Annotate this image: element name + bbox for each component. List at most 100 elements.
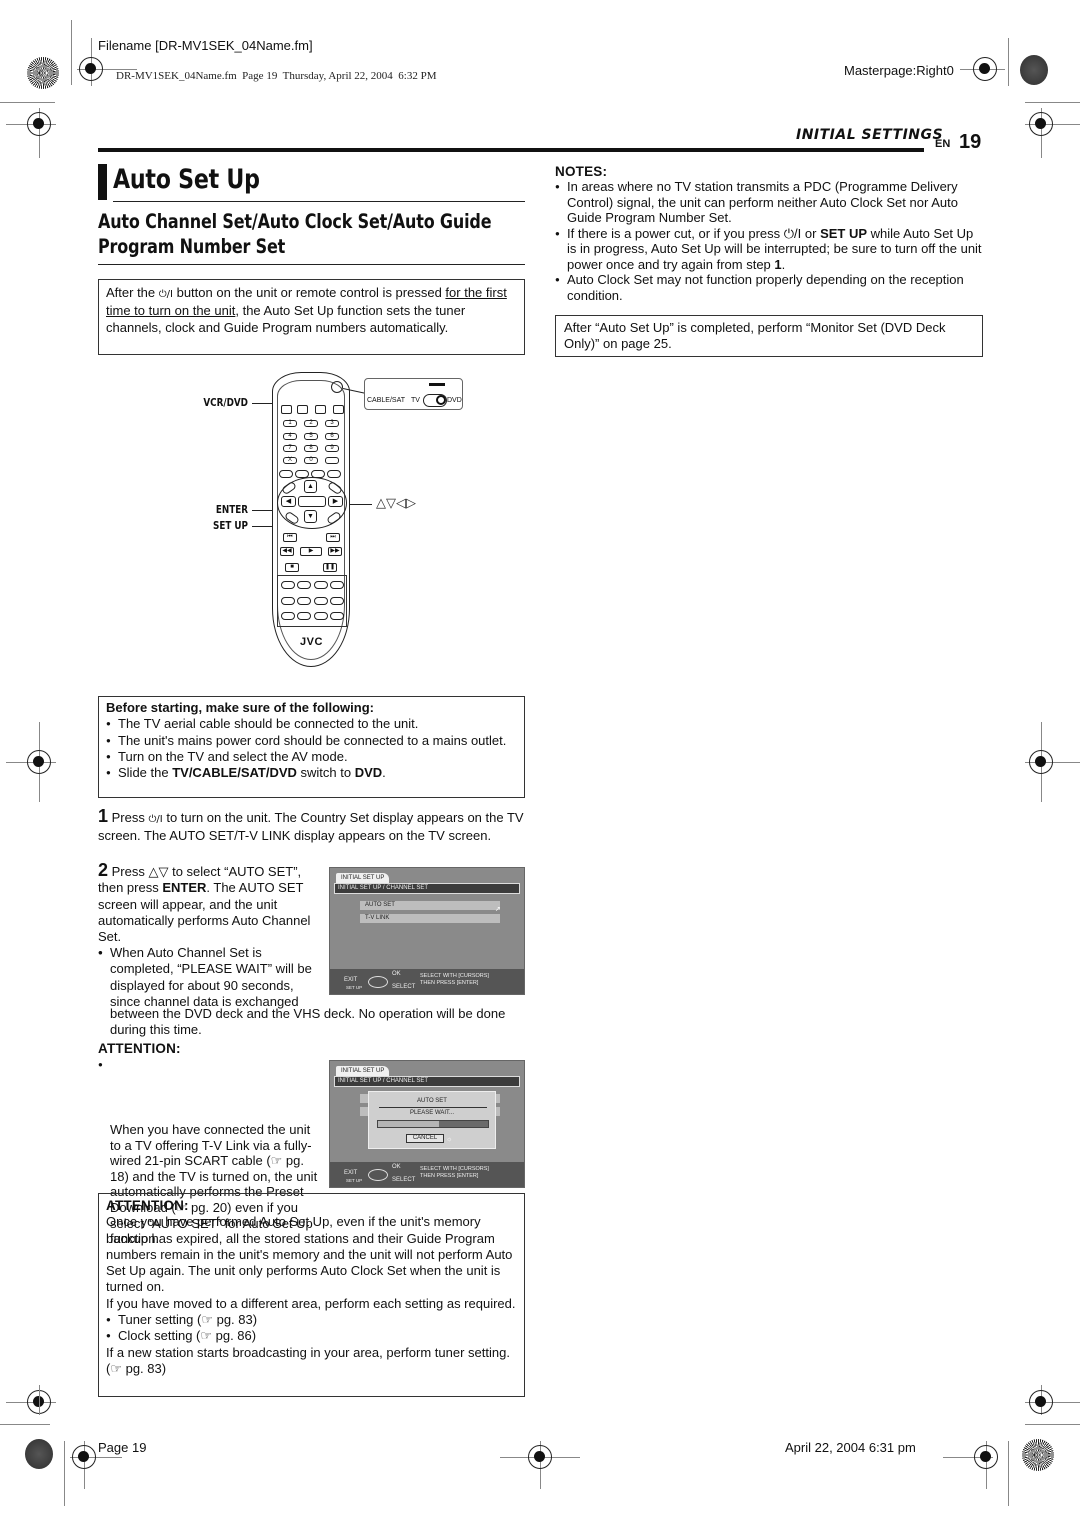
attention-paragraph: If you have moved to a different area, p… [106, 1295, 516, 1311]
color-bar-disc-icon [25, 1439, 53, 1469]
slug-masterpage: Masterpage:Right0 [844, 63, 954, 78]
checklist-text: switch to [296, 765, 355, 781]
osd-tab: INITIAL SET UP [336, 1066, 390, 1076]
registration-mark-icon [1029, 1390, 1053, 1414]
number-key[interactable] [325, 457, 339, 464]
arrow-right-icon [429, 383, 445, 386]
osd-hint: SELECT WITH [CURSORS] [420, 1166, 489, 1172]
color-key[interactable] [327, 470, 341, 478]
remote-key[interactable] [330, 581, 344, 589]
set-up-label: SET UP [212, 519, 248, 532]
cancel-button[interactable]: CANCEL [406, 1134, 444, 1143]
attention-box: ATTENTION: Once you have performed Auto … [98, 1193, 525, 1397]
number-key[interactable]: 0 [304, 457, 318, 464]
slug-fm-line: DR-MV1SEK_04Name.fm Page 19 Thursday, Ap… [116, 70, 437, 82]
stop-key[interactable]: ■ [285, 563, 299, 572]
footer-date: April 22, 2004 6:31 pm [785, 1440, 916, 1455]
switch-dvd: DVD [447, 397, 462, 404]
channel-up-key[interactable] [314, 597, 328, 605]
osd-setup-label: SET UP [346, 985, 363, 990]
rewind-key[interactable]: ◀◀ [280, 547, 294, 556]
osd-hint: SELECT WITH [CURSORS] [420, 973, 489, 979]
number-key[interactable]: 1 [283, 420, 297, 427]
enter-key[interactable] [298, 496, 326, 507]
step-note-text: between the DVD deck and the VHS deck. N… [110, 1006, 506, 1038]
crop-line [0, 102, 55, 103]
number-key[interactable]: 9 [325, 445, 339, 452]
page-title: Auto Set Up [113, 164, 260, 195]
step-text: to turn on the unit. The Country Set dis… [98, 810, 524, 844]
step-number: 1 [98, 806, 109, 826]
number-key[interactable]: 3 [325, 420, 339, 427]
skip-forward-key[interactable]: ⏭ [326, 533, 340, 542]
checklist-item: The TV aerial cable should be connected … [106, 716, 517, 732]
remote-key[interactable] [281, 612, 295, 620]
number-key[interactable]: 6 [325, 433, 339, 440]
color-key[interactable] [279, 470, 293, 478]
registration-mark-icon [72, 1445, 96, 1469]
remote-key[interactable] [281, 597, 295, 605]
osd-footer: EXIT SET UP OK SELECT SELECT WITH [CURSO… [330, 1162, 524, 1187]
number-key[interactable]: 7 [283, 445, 297, 452]
osd-select-label: SELECT [392, 1177, 416, 1183]
skip-back-key[interactable]: ⏮ [283, 533, 297, 542]
tv-dvd-switch-icon[interactable] [331, 381, 343, 393]
monitor-set-note: After “Auto Set Up” is completed, perfor… [564, 320, 946, 352]
number-key[interactable]: 2 [304, 420, 318, 427]
cursor-pointer-icon: ➚ [495, 906, 501, 913]
volume-down-key[interactable] [330, 612, 344, 620]
play-key[interactable]: ▶ [300, 547, 322, 556]
remote-key[interactable] [297, 597, 311, 605]
osd-menu-item-auto-set[interactable]: AUTO SET [360, 901, 500, 910]
remote-key[interactable] [297, 405, 308, 414]
vcr-dvd-key[interactable] [315, 405, 326, 414]
crop-line [1008, 1441, 1009, 1506]
fast-forward-key[interactable]: ▶▶ [328, 547, 342, 556]
dialog-message: PLEASE WAIT... [409, 1110, 455, 1116]
step-2-note-part: between the DVD deck and the VHS deck. N… [110, 1006, 525, 1039]
progress-bar [377, 1120, 489, 1128]
remote-key[interactable] [281, 581, 295, 589]
left-arrow-key[interactable]: ◀ [281, 496, 296, 507]
osd-menu-item-tv-link[interactable]: T-V LINK [360, 914, 500, 923]
checklist-text: . [382, 765, 386, 781]
page-number: 19 [959, 131, 982, 153]
power-key[interactable] [333, 405, 344, 414]
note-text: . [781, 256, 786, 272]
number-key[interactable]: 4 [283, 433, 297, 440]
channel-down-key[interactable] [314, 612, 328, 620]
monitor-set-note-box: After “Auto Set Up” is completed, perfor… [555, 315, 983, 357]
language-label: EN [935, 138, 951, 150]
number-key[interactable]: 5 [304, 433, 318, 440]
reference-item-clock[interactable]: Clock setting (☞ pg. 86) [106, 1328, 517, 1344]
registration-mark-icon [79, 57, 103, 81]
crop-line [1025, 102, 1080, 103]
subtitle-rule [98, 264, 525, 265]
up-arrow-key[interactable]: ▲ [304, 480, 317, 493]
cursor-keys-icon [368, 976, 388, 988]
remote-key[interactable] [314, 581, 328, 589]
number-key[interactable]: X [283, 457, 297, 464]
down-arrow-key[interactable]: ▼ [304, 510, 317, 523]
pause-key[interactable]: ❚❚ [323, 563, 337, 572]
osd-hint: THEN PRESS [ENTER] [420, 1173, 479, 1179]
volume-up-key[interactable] [330, 597, 344, 605]
number-key[interactable]: 8 [304, 445, 318, 452]
registration-mark-icon [973, 57, 997, 81]
remote-key[interactable] [281, 405, 292, 414]
remote-key[interactable] [297, 612, 311, 620]
intro-text: After the [106, 285, 159, 300]
color-bar-starburst-icon [27, 57, 59, 89]
osd-exit-label: EXIT [344, 977, 358, 983]
record-key[interactable] [297, 581, 311, 589]
note-item: If there is a power cut, or if you press… [555, 226, 983, 273]
reference-item-tuner[interactable]: Tuner setting (☞ pg. 83) [106, 1312, 517, 1328]
osd-footer: EXIT SET UP OK SELECT SELECT WITH [CURSO… [330, 969, 524, 994]
registration-mark-icon [974, 1445, 998, 1469]
right-arrow-key[interactable]: ▶ [328, 496, 343, 507]
osd-screen-auto-set-progress: INITIAL SET UP INITIAL SET UP / CHANNEL … [329, 1060, 525, 1188]
vcr-dvd-label: VCR/DVD [203, 396, 248, 409]
power-icon: ⏻/I [158, 289, 173, 300]
intro-text: button on the unit or remote control is … [172, 285, 446, 300]
step-text: Press [111, 810, 149, 825]
